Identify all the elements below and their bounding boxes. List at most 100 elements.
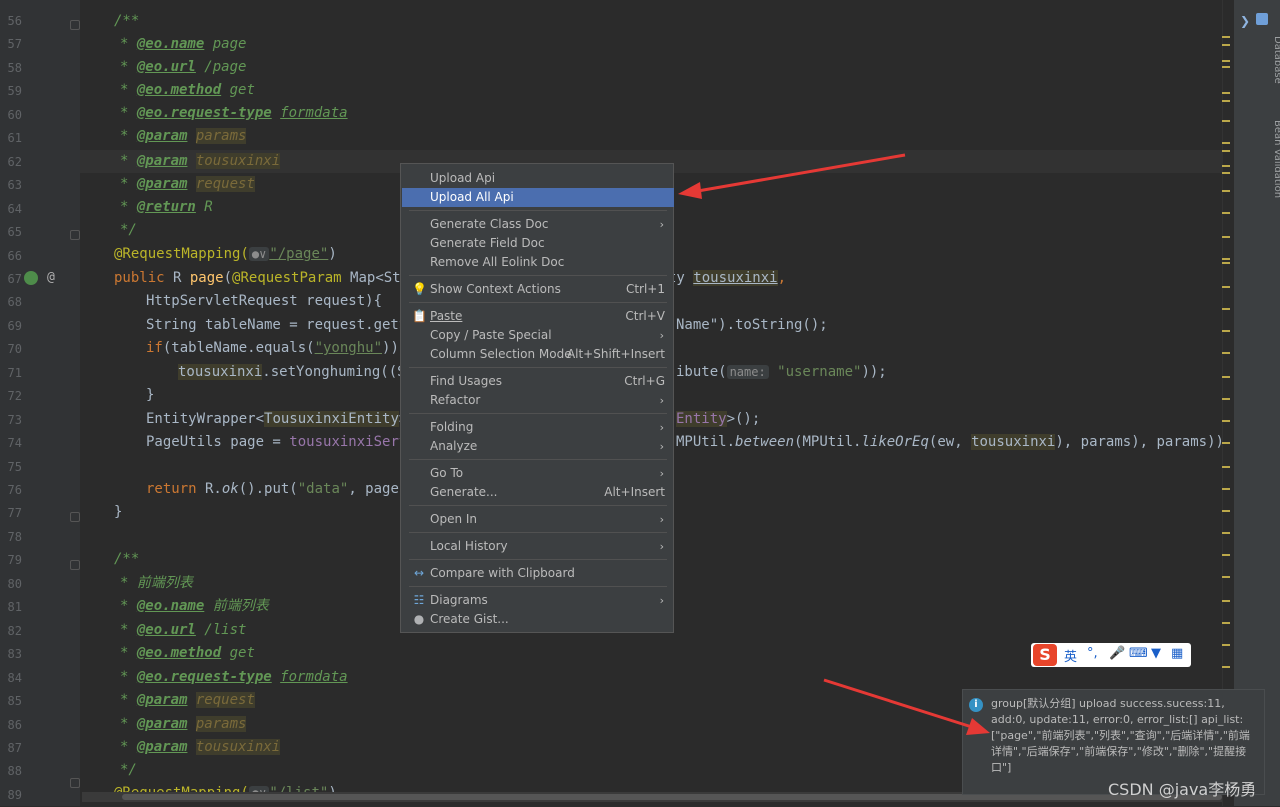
- database-tab[interactable]: Database: [1272, 36, 1280, 84]
- line-number: 80: [7, 576, 22, 591]
- menu-item-find-usages[interactable]: Find Usages Ctrl+G: [402, 372, 674, 391]
- skin-icon[interactable]: ▼: [1151, 646, 1161, 661]
- line-number: 77: [7, 506, 22, 521]
- warning-stripe-marker[interactable]: [1222, 666, 1230, 668]
- line-number: 61: [7, 131, 22, 146]
- menu-item-show-context-actions[interactable]: 💡 Show Context Actions Ctrl+1: [402, 280, 674, 299]
- line-number: 59: [7, 84, 22, 99]
- menu-separator: [409, 367, 667, 368]
- warning-stripe-marker[interactable]: [1222, 600, 1230, 602]
- warning-stripe-marker[interactable]: [1222, 466, 1230, 468]
- warning-stripe-marker[interactable]: [1222, 212, 1230, 214]
- code-line-73: EntityWrapper<TousuxinxiEntity>: [146, 411, 407, 427]
- warning-stripe-marker[interactable]: [1222, 576, 1230, 578]
- menu-item-generate-class-doc[interactable]: Generate Class Doc ›: [402, 215, 674, 234]
- menu-item-remove-all-eolink-doc[interactable]: Remove All Eolink Doc: [402, 253, 674, 272]
- chevron-right-icon[interactable]: ❯: [1240, 14, 1250, 28]
- warning-stripe-marker[interactable]: [1222, 165, 1230, 167]
- menu-separator: [409, 413, 667, 414]
- override-gutter-icon[interactable]: @: [47, 270, 55, 285]
- warning-stripe-marker[interactable]: [1222, 36, 1230, 38]
- line-number: 65: [7, 225, 22, 240]
- warning-stripe-marker[interactable]: [1222, 376, 1230, 378]
- warning-stripe-marker[interactable]: [1222, 622, 1230, 624]
- menu-item-local-history[interactable]: Local History ›: [402, 537, 674, 556]
- warning-stripe-marker[interactable]: [1222, 330, 1230, 332]
- code-line-69-tail: Name").toString();: [676, 317, 828, 333]
- warning-stripe-marker[interactable]: [1222, 60, 1230, 62]
- menu-item-upload-api[interactable]: Upload Api: [402, 169, 674, 188]
- code-line-70: if(tableName.equals("yonghu")): [146, 340, 408, 356]
- code-line-62: * @param tousuxinxi: [120, 153, 281, 169]
- menu-item-generate-field-doc[interactable]: Generate Field Doc: [402, 234, 674, 253]
- menu-item-generate[interactable]: Generate... Alt+Insert: [402, 483, 674, 502]
- line-number: 62: [7, 154, 22, 169]
- warning-stripe-marker[interactable]: [1222, 66, 1230, 68]
- warning-stripe-marker[interactable]: [1222, 190, 1230, 192]
- fold-marker-icon[interactable]: [70, 560, 80, 570]
- warning-stripe-marker[interactable]: [1222, 258, 1230, 260]
- warning-stripe-marker[interactable]: [1222, 100, 1230, 102]
- warning-stripe-marker[interactable]: [1222, 510, 1230, 512]
- fold-marker-icon[interactable]: [70, 20, 80, 30]
- warning-stripe-marker[interactable]: [1222, 150, 1230, 152]
- line-number: 76: [7, 483, 22, 497]
- keyboard-icon[interactable]: ⌨: [1129, 646, 1148, 661]
- warning-stripe-marker[interactable]: [1222, 236, 1230, 238]
- warning-stripe-marker[interactable]: [1222, 554, 1230, 556]
- warning-stripe-marker[interactable]: [1222, 398, 1230, 400]
- line-number: 60: [7, 107, 22, 122]
- warning-stripe-marker[interactable]: [1222, 488, 1230, 490]
- menu-item-upload-all-api[interactable]: Upload All Api: [402, 188, 674, 207]
- menu-item-column-selection-mode[interactable]: Column Selection Mode Alt+Shift+Insert: [402, 345, 674, 364]
- warning-stripe-marker[interactable]: [1222, 172, 1230, 174]
- menu-item-open-in[interactable]: Open In ›: [402, 510, 674, 529]
- fold-marker-icon[interactable]: [70, 512, 80, 522]
- menu-item-analyze[interactable]: Analyze ›: [402, 437, 674, 456]
- warning-stripe-marker[interactable]: [1222, 420, 1230, 422]
- menu-separator: [409, 275, 667, 276]
- fold-marker-icon[interactable]: [70, 230, 80, 240]
- menu-item-diagrams[interactable]: ☷ Diagrams ›: [402, 591, 674, 610]
- ime-punct-label[interactable]: °,: [1087, 646, 1098, 661]
- microphone-icon[interactable]: 🎤: [1109, 646, 1125, 661]
- warning-stripe-marker[interactable]: [1222, 442, 1230, 444]
- code-line-74-tail: MPUtil.between(MPUtil.likeOrEq(ew, tousu…: [676, 434, 1233, 450]
- grid-menu-icon[interactable]: ▦: [1171, 646, 1183, 661]
- menu-item-copy-paste-special[interactable]: Copy / Paste Special ›: [402, 326, 674, 345]
- code-line-77: }: [114, 504, 123, 520]
- warning-stripe-marker[interactable]: [1222, 308, 1230, 310]
- warning-stripe-marker[interactable]: [1222, 92, 1230, 94]
- fold-marker-icon[interactable]: [70, 778, 80, 788]
- lightbulb-icon: 💡: [412, 282, 427, 296]
- menu-item-paste[interactable]: 📋 Paste Ctrl+V: [402, 307, 674, 326]
- menu-item-folding[interactable]: Folding ›: [402, 418, 674, 437]
- submenu-arrow-icon: ›: [659, 594, 664, 607]
- ime-toolbar[interactable]: S 英 °, 🎤 ⌨ ▼ ▦: [1031, 643, 1191, 667]
- clipboard-icon: 📋: [412, 309, 427, 323]
- line-number: 69: [7, 318, 22, 333]
- line-number: 73: [7, 412, 22, 427]
- line-number: 70: [7, 342, 22, 357]
- warning-stripe-marker[interactable]: [1222, 644, 1230, 646]
- run-gutter-icon[interactable]: [24, 271, 38, 285]
- warning-stripe-marker[interactable]: [1222, 120, 1230, 122]
- line-number: 87: [7, 740, 22, 755]
- code-line-61: * @param params: [120, 128, 247, 144]
- warning-stripe-marker[interactable]: [1222, 44, 1230, 46]
- line-number: 64: [7, 201, 22, 216]
- warning-stripe-marker[interactable]: [1222, 142, 1230, 144]
- menu-item-compare-with-clipboard[interactable]: ↔ Compare with Clipboard: [402, 564, 674, 583]
- menu-item-create-gist[interactable]: ● Create Gist...: [402, 610, 674, 629]
- warning-stripe-marker[interactable]: [1222, 532, 1230, 534]
- menu-item-go-to[interactable]: Go To ›: [402, 464, 674, 483]
- menu-item-refactor[interactable]: Refactor ›: [402, 391, 674, 410]
- csdn-watermark: CSDN @java李杨勇: [1108, 780, 1257, 799]
- bean-validation-tab[interactable]: Bean Validation: [1272, 120, 1280, 198]
- database-tool-icon[interactable]: [1256, 13, 1268, 25]
- ime-mode-label[interactable]: 英: [1064, 646, 1077, 665]
- warning-stripe-marker[interactable]: [1222, 352, 1230, 354]
- submenu-arrow-icon: ›: [659, 394, 664, 407]
- warning-stripe-marker[interactable]: [1222, 262, 1230, 264]
- warning-stripe-marker[interactable]: [1222, 286, 1230, 288]
